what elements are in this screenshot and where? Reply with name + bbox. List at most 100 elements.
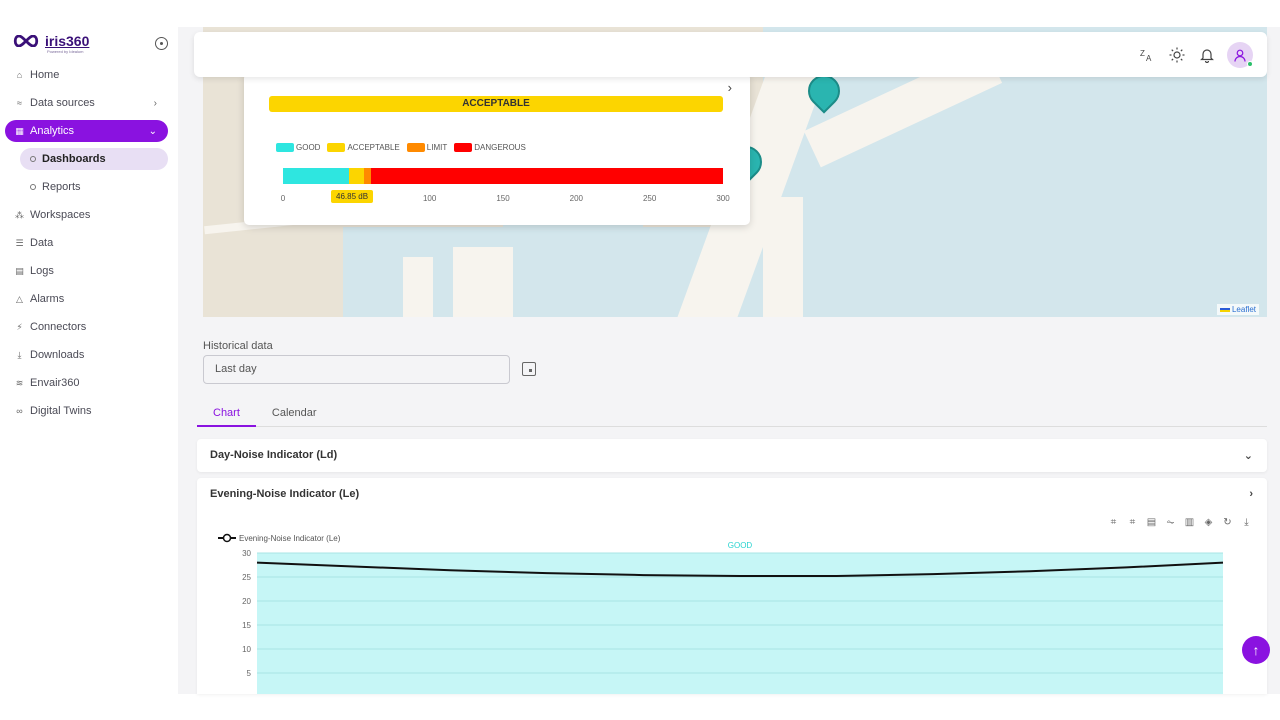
svg-text:Z: Z [1140, 49, 1145, 58]
sidebar-item-label: Workspaces [30, 209, 91, 221]
sidebar-item-label: Logs [30, 265, 54, 277]
view-tabs: Chart Calendar [197, 404, 1267, 427]
sidebar-item-digital-twins[interactable]: ∞ Digital Twins [5, 400, 168, 422]
brand-name: iris360 [45, 33, 90, 49]
sidebar-item-dashboards[interactable]: Dashboards [20, 148, 168, 170]
chevron-right-icon: › [153, 97, 157, 109]
scale-tick-label: 100 [422, 194, 437, 203]
grid-icon: ▦ [15, 125, 24, 136]
avatar[interactable] [1227, 42, 1253, 68]
accordion-evening-noise: Evening-Noise Indicator (Le) › ⌗ ⌗ ▤ ⏦ ▥… [197, 478, 1267, 694]
attribution-link: Leaflet [1231, 305, 1256, 314]
scale-segment-limit [363, 168, 371, 184]
legend-label: ACCEPTABLE [347, 143, 400, 152]
chevron-right-icon: › [1249, 488, 1253, 500]
workspace-icon: ⁂ [15, 209, 24, 220]
scale-segment-dangerous [370, 168, 723, 184]
band-label: GOOD [728, 541, 753, 550]
legend-label: Evening-Noise Indicator (Le) [239, 534, 341, 543]
scale-tick-label: 300 [716, 194, 730, 203]
sidebar-item-analytics[interactable]: ▦ Analytics ⌄ [5, 120, 168, 142]
evening-noise-chart: 30 25 20 15 10 5 GOOD Evening-Noise Indicator (… [218, 533, 1224, 694]
sidebar-item-home[interactable]: ⌂ Home [5, 64, 168, 86]
y-tick-label: 20 [242, 597, 251, 606]
sidebar-item-alarms[interactable]: △ Alarms [5, 288, 168, 310]
file-icon: ▤ [15, 265, 24, 276]
accordion-title: Evening-Noise Indicator (Le) [210, 488, 360, 500]
brand-tagline: Powered by Idealum [47, 49, 84, 54]
historical-data-label: Historical data [203, 340, 273, 352]
sidebar-item-workspaces[interactable]: ⁂ Workspaces [5, 204, 168, 226]
translate-icon[interactable]: ZA [1137, 46, 1156, 65]
sidebar-item-data-sources[interactable]: ≈ Data sources › [5, 92, 168, 114]
tab-calendar[interactable]: Calendar [256, 404, 333, 427]
sidebar-item-data[interactable]: ☰ Data [5, 232, 168, 254]
chevron-right-icon[interactable]: › [728, 80, 732, 95]
historical-range-field[interactable]: Last day [203, 355, 510, 384]
threshold-scale [283, 168, 723, 184]
sidebar-item-label: Digital Twins [30, 405, 92, 417]
sidebar-item-downloads[interactable]: ⤓ Downloads [5, 344, 168, 366]
twin-icon: ∞ [16, 406, 23, 416]
legend-label: DANGEROUS [474, 143, 526, 152]
leaflet-attribution[interactable]: Leaflet [1216, 304, 1259, 315]
sidebar-item-label: Downloads [30, 349, 85, 361]
value-badge: 46.85 dB [331, 190, 374, 203]
sidebar-item-reports[interactable]: Reports [5, 176, 168, 198]
sensor-popup: › ACCEPTABLE GOOD ACCEPTABLE LIMIT DANGE… [244, 73, 750, 225]
legend-swatch [454, 143, 473, 152]
scale-segment-good [283, 168, 349, 184]
scale-tick-label: 150 [496, 194, 510, 203]
accordion-header[interactable]: Day-Noise Indicator (Ld) ⌄ [197, 439, 1267, 471]
circle-icon [30, 156, 36, 162]
sidebar: iris360 Powered by Idealum ⌂ Home ≈ Data… [0, 0, 178, 720]
map-pier [453, 247, 513, 317]
sidebar-item-label: Data [30, 237, 54, 249]
scroll-to-top-button[interactable]: ↑ [1242, 636, 1270, 664]
legend-label: LIMIT [426, 143, 448, 152]
logo[interactable]: iris360 Powered by Idealum [13, 33, 90, 54]
legend-item: DANGEROUS [454, 143, 526, 152]
scroll-edge [178, 694, 1280, 720]
calendar-icon[interactable] [522, 362, 536, 376]
circle-icon [30, 184, 36, 190]
accordion-day-noise: Day-Noise Indicator (Ld) ⌄ [197, 439, 1267, 472]
database-icon: ☰ [15, 237, 24, 248]
bell-icon[interactable] [1197, 46, 1216, 65]
arrow-up-icon: ↑ [1252, 642, 1260, 658]
sun-icon[interactable] [1167, 46, 1186, 65]
header-actions: ZA [1137, 42, 1253, 68]
accordion-title: Day-Noise Indicator (Ld) [210, 449, 338, 461]
chevron-down-icon: ⌄ [148, 125, 157, 137]
home-icon: ⌂ [16, 70, 23, 80]
y-tick-label: 30 [242, 549, 251, 558]
map-pier [403, 257, 433, 317]
sidebar-item-label: Data sources [30, 97, 95, 109]
legend-label: GOOD [296, 143, 321, 152]
scale-tick-label: 200 [569, 194, 584, 203]
y-tick-label: 5 [247, 669, 252, 678]
sidebar-item-logs[interactable]: ▤ Logs [5, 260, 168, 282]
chevron-down-icon: ⌄ [1243, 449, 1253, 462]
plug-icon: ⚡ [16, 321, 23, 332]
legend-item: ACCEPTABLE [327, 143, 400, 152]
sidebar-item-connectors[interactable]: ⚡ Connectors [5, 316, 168, 338]
tab-chart[interactable]: Chart [197, 404, 256, 427]
accordion-header[interactable]: Evening-Noise Indicator (Le) › [197, 478, 1267, 510]
alarm-icon: △ [16, 293, 23, 304]
sidebar-item-envair360[interactable]: ≋ Envair360 [5, 372, 168, 394]
infinity-icon [13, 35, 39, 47]
y-tick-label: 10 [242, 645, 251, 654]
top-header: ZA [194, 32, 1267, 77]
legend-point-marker [222, 533, 232, 543]
sidebar-item-label: Home [30, 69, 60, 81]
pin-sidebar-icon[interactable] [155, 37, 168, 50]
scale-tick-label: 250 [642, 194, 657, 203]
legend-swatch [406, 143, 425, 152]
legend-swatch [327, 143, 346, 152]
sidebar-item-label: Envair360 [30, 377, 80, 389]
download-icon: ⤓ [17, 349, 22, 360]
flag-icon [1219, 307, 1230, 312]
sidebar-item-label: Analytics [30, 125, 75, 137]
y-tick-label: 25 [242, 573, 251, 582]
